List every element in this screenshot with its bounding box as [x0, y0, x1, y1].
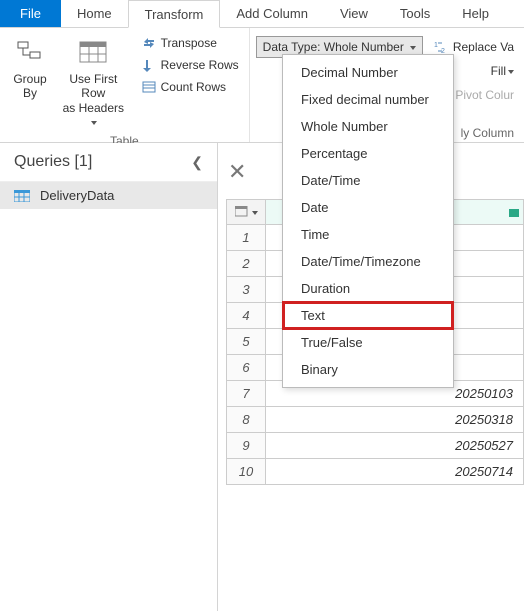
pivot-column-button[interactable]: Pivot Colur	[451, 84, 518, 106]
row-number: 2	[226, 251, 266, 277]
tab-file[interactable]: File	[0, 0, 61, 27]
transpose-label: Transpose	[161, 36, 217, 50]
row-number: 10	[226, 459, 266, 485]
reverse-rows-label: Reverse Rows	[161, 58, 239, 72]
transpose-icon	[141, 35, 157, 51]
queries-title: Queries [1]	[14, 153, 92, 171]
row-number: 9	[226, 433, 266, 459]
fill-button[interactable]: Fill	[487, 60, 518, 82]
dd-binary[interactable]: Binary	[283, 356, 453, 383]
row-number: 5	[226, 329, 266, 355]
svg-text:1: 1	[434, 42, 438, 49]
dd-date-time-tz[interactable]: Date/Time/Timezone	[283, 248, 453, 275]
group-by-label: Group By	[13, 72, 46, 101]
cell[interactable]: 20250714	[266, 459, 524, 485]
tab-help[interactable]: Help	[446, 0, 505, 27]
data-type-dropdown: Decimal Number Fixed decimal number Whol…	[282, 54, 454, 388]
row-number: 7	[226, 381, 266, 407]
row-number: 3	[226, 277, 266, 303]
cell[interactable]: 20250318	[266, 407, 524, 433]
dd-time[interactable]: Time	[283, 221, 453, 248]
transpose-button[interactable]: Transpose	[137, 32, 243, 54]
fill-label: Fill	[491, 64, 506, 78]
use-first-row-button[interactable]: Use First Row as Headers	[54, 32, 133, 134]
tab-tools[interactable]: Tools	[384, 0, 446, 27]
table-corner-button[interactable]	[226, 199, 266, 225]
group-by-icon	[14, 36, 46, 68]
dd-date[interactable]: Date	[283, 194, 453, 221]
table-headers-icon	[77, 36, 109, 68]
dd-percentage[interactable]: Percentage	[283, 140, 453, 167]
tab-add-column[interactable]: Add Column	[220, 0, 324, 27]
replace-label: Replace Va	[453, 40, 514, 54]
ribbon-tabs: File Home Transform Add Column View Tool…	[0, 0, 524, 28]
pivot-label: Pivot Colur	[455, 88, 514, 102]
count-rows-button[interactable]: Count Rows	[137, 76, 243, 98]
dd-fixed-decimal[interactable]: Fixed decimal number	[283, 86, 453, 113]
tab-transform[interactable]: Transform	[128, 0, 221, 28]
table-icon	[14, 190, 30, 202]
chevron-down-icon	[408, 40, 416, 54]
group-by-button[interactable]: Group By	[6, 32, 54, 105]
chevron-down-icon	[506, 64, 514, 78]
cell[interactable]: 20250527	[266, 433, 524, 459]
close-icon[interactable]: ✕	[228, 159, 246, 185]
dd-duration[interactable]: Duration	[283, 275, 453, 302]
dd-whole-number[interactable]: Whole Number	[283, 113, 453, 140]
tab-view[interactable]: View	[324, 0, 384, 27]
row-number: 6	[226, 355, 266, 381]
chevron-down-icon	[89, 115, 97, 129]
count-rows-icon	[141, 79, 157, 95]
query-item-deliverydata[interactable]: DeliveryData	[0, 182, 217, 209]
dd-date-time[interactable]: Date/Time	[283, 167, 453, 194]
replace-icon: 12	[433, 39, 449, 55]
dd-decimal-number[interactable]: Decimal Number	[283, 59, 453, 86]
row-number: 1	[226, 225, 266, 251]
queries-pane: Queries [1] ❮ DeliveryData	[0, 143, 218, 611]
use-first-row-label: Use First Row as Headers	[60, 72, 127, 115]
data-type-label: Data Type: Whole Number	[263, 40, 404, 54]
count-rows-label: Count Rows	[161, 80, 226, 94]
reverse-rows-button[interactable]: Reverse Rows	[137, 54, 243, 76]
query-item-label: DeliveryData	[40, 188, 114, 203]
dd-text[interactable]: Text	[283, 302, 453, 329]
reverse-rows-icon	[141, 57, 157, 73]
chevron-down-icon	[250, 205, 258, 220]
row-number: 8	[226, 407, 266, 433]
collapse-icon[interactable]: ❮	[191, 154, 203, 171]
tab-home[interactable]: Home	[61, 0, 128, 27]
dd-true-false[interactable]: True/False	[283, 329, 453, 356]
row-number: 4	[226, 303, 266, 329]
